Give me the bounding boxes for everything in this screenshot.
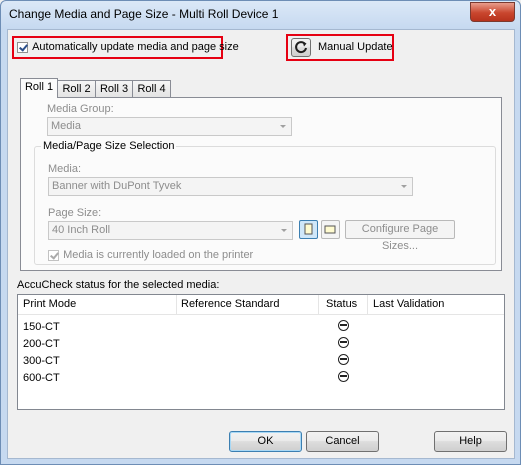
- table-row[interactable]: 600-CT: [18, 370, 504, 387]
- not-validated-icon: [338, 354, 349, 365]
- column-print-mode[interactable]: Print Mode: [23, 298, 76, 310]
- print-mode-cell: 150-CT: [23, 321, 60, 333]
- table-row[interactable]: 300-CT: [18, 353, 504, 370]
- column-status[interactable]: Status: [326, 298, 357, 310]
- auto-update-checkbox[interactable]: Automatically update media and page size: [17, 41, 239, 53]
- accucheck-list-header: Print Mode Reference Standard Status Las…: [18, 295, 504, 315]
- chevron-down-icon: [401, 185, 407, 188]
- media-label: Media:: [48, 163, 82, 175]
- portrait-orientation-icon: [304, 223, 313, 235]
- page-size-label: Page Size:: [48, 207, 102, 219]
- media-page-size-group-title: Media/Page Size Selection: [41, 140, 177, 152]
- media-group-combo[interactable]: Media: [47, 117, 292, 136]
- auto-update-label: Automatically update media and page size: [32, 41, 239, 54]
- manual-update-button[interactable]: [291, 38, 311, 57]
- media-page-size-group: Media/Page Size Selection Media: Banner …: [34, 140, 496, 265]
- dialog-client-area: Automatically update media and page size…: [7, 29, 515, 459]
- landscape-orientation-button[interactable]: [321, 220, 340, 239]
- media-group-label: Media Group:: [47, 103, 114, 115]
- chevron-down-icon: [280, 125, 286, 128]
- tab-roll-4[interactable]: Roll 4: [132, 80, 171, 97]
- media-loaded-check[interactable]: [48, 249, 59, 261]
- cancel-button[interactable]: Cancel: [306, 431, 379, 452]
- not-validated-icon: [338, 371, 349, 382]
- title-bar[interactable]: Change Media and Page Size - Multi Roll …: [1, 1, 520, 27]
- ok-button[interactable]: OK: [229, 431, 302, 452]
- column-reference-standard[interactable]: Reference Standard: [181, 298, 279, 310]
- media-group-value: Media: [51, 120, 81, 132]
- accucheck-list[interactable]: Print Mode Reference Standard Status Las…: [17, 294, 505, 410]
- chevron-down-icon: [281, 229, 287, 232]
- print-mode-cell: 200-CT: [23, 338, 60, 350]
- configure-page-sizes-label: Configure Page Sizes...: [361, 223, 439, 252]
- page-size-value: 40 Inch Roll: [52, 224, 111, 236]
- tab-roll-2[interactable]: Roll 2: [57, 80, 96, 97]
- auto-update-check[interactable]: [17, 41, 28, 53]
- media-loaded-checkbox[interactable]: Media is currently loaded on the printer: [48, 249, 253, 261]
- column-divider: [318, 295, 319, 314]
- print-mode-cell: 300-CT: [23, 355, 60, 367]
- landscape-orientation-icon: [324, 225, 336, 234]
- accucheck-label: AccuCheck status for the selected media:: [17, 279, 220, 291]
- tab-roll-1[interactable]: Roll 1: [20, 78, 58, 98]
- refresh-icon: [295, 41, 307, 54]
- portrait-orientation-button[interactable]: [299, 220, 318, 239]
- media-loaded-label: Media is currently loaded on the printer: [63, 249, 254, 262]
- manual-update-label[interactable]: Manual Update: [318, 41, 393, 53]
- page-size-combo[interactable]: 40 Inch Roll: [48, 221, 293, 240]
- not-validated-icon: [338, 320, 349, 331]
- tab-roll-3[interactable]: Roll 3: [95, 80, 133, 97]
- configure-page-sizes-button[interactable]: Configure Page Sizes...: [345, 220, 455, 252]
- media-value: Banner with DuPont Tyvek: [52, 180, 182, 192]
- close-button[interactable]: x: [470, 2, 515, 22]
- table-row[interactable]: 150-CT: [18, 319, 504, 336]
- media-combo[interactable]: Banner with DuPont Tyvek: [48, 177, 413, 196]
- not-validated-icon: [338, 337, 349, 348]
- print-mode-cell: 600-CT: [23, 372, 60, 384]
- window-title: Change Media and Page Size - Multi Roll …: [9, 7, 279, 21]
- table-row[interactable]: 200-CT: [18, 336, 504, 353]
- dialog-window: Change Media and Page Size - Multi Roll …: [0, 0, 521, 465]
- help-button[interactable]: Help: [434, 431, 507, 452]
- close-icon: x: [488, 4, 497, 19]
- column-last-validation[interactable]: Last Validation: [373, 298, 444, 310]
- column-divider: [176, 295, 177, 314]
- column-divider: [367, 295, 368, 314]
- roll-panel: Media Group: Media Media/Page Size Selec…: [20, 97, 502, 271]
